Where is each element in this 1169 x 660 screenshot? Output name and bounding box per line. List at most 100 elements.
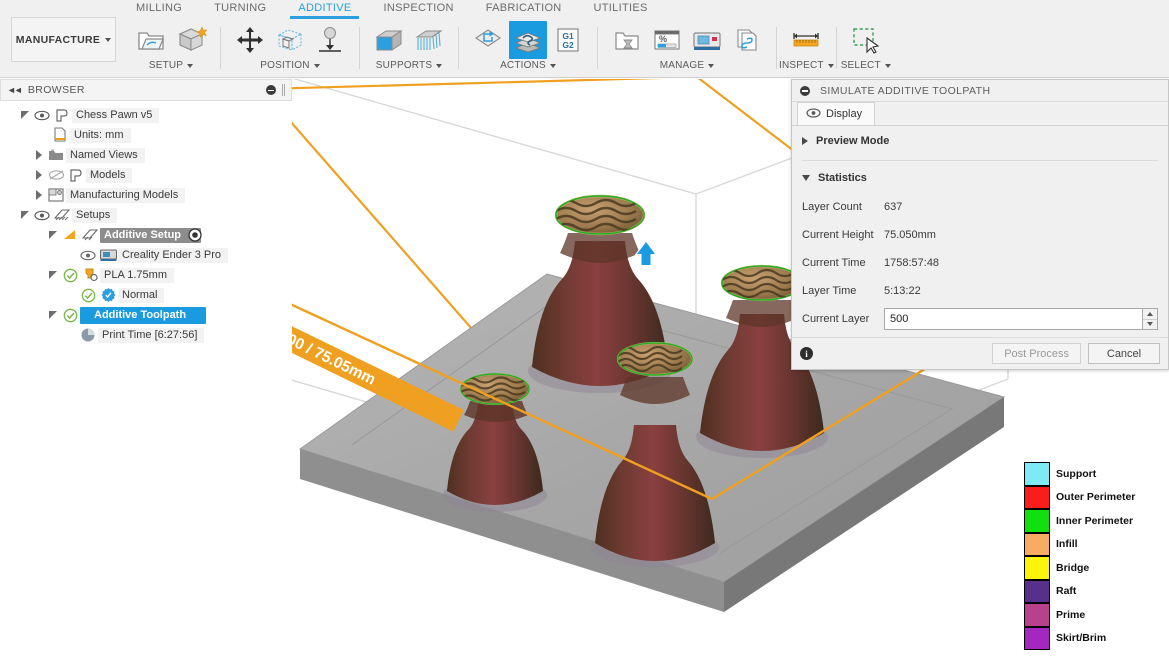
ribbon-separator [597,27,598,69]
legend-label: Bridge [1056,562,1089,574]
folder-icon [46,146,66,164]
radio-target-icon[interactable] [185,226,205,244]
panel-resize-grip[interactable] [282,84,285,96]
eye-icon[interactable] [32,106,52,124]
pie-clock-icon [78,326,98,344]
browser-tree: Chess Pawn v5 Units: mm Named Views [0,101,292,345]
select-window-icon[interactable] [847,21,885,59]
tab-label: MILLING [136,2,182,14]
tab-label: FABRICATION [486,2,562,14]
ribbon-group-label-actions[interactable]: ACTIONS [500,60,556,71]
expander-open[interactable] [46,271,60,279]
ribbon-separator [836,27,837,69]
print-setting-library-icon[interactable] [608,21,646,59]
expander-open[interactable] [18,211,32,219]
cancel-button[interactable]: Cancel [1088,343,1160,364]
stat-row-current-height: Current Height 75.050mm [802,221,1158,249]
legend-label: Raft [1056,585,1076,597]
tree-row-manufacturing-models[interactable]: Manufacturing Models [0,185,292,205]
eye-icon[interactable] [32,206,52,224]
dialog-title: SIMULATE ADDITIVE TOOLPATH [820,85,990,97]
tab-turning[interactable]: TURNING [198,0,282,19]
eye-off-icon[interactable] [46,166,66,184]
expander-closed[interactable] [32,170,46,180]
tree-row-label: Chess Pawn v5 [72,108,159,123]
ribbon-group-label-setup[interactable]: SETUP [149,60,193,71]
expander-open[interactable] [46,231,60,239]
legend-item-support: Support [1024,462,1135,486]
legend-swatch [1024,556,1050,580]
tree-row-label: Additive Toolpath [80,307,206,324]
ribbon-group-label-manage[interactable]: MANAGE [660,60,715,71]
minus-circle-icon[interactable] [800,86,810,96]
simulate-additive-toolpath-icon[interactable] [509,21,547,59]
tree-row-additive-toolpath[interactable]: Additive Toolpath [0,305,292,325]
tree-row-print-setting[interactable]: Normal [0,285,292,305]
expander-closed[interactable] [32,150,46,160]
minus-circle-icon[interactable] [266,85,276,95]
support-bar-icon[interactable] [410,21,448,59]
section-statistics[interactable]: Statistics [802,163,1158,193]
tab-utilities[interactable]: UTILITIES [578,0,664,19]
tree-row-units[interactable]: Units: mm [0,125,292,145]
document-icon [52,106,72,124]
tree-row-setups[interactable]: Setups [0,205,292,225]
tab-inspection[interactable]: INSPECTION [367,0,469,19]
tree-row-label: PLA 1.75mm [100,268,174,283]
legend-item-infill: Infill [1024,533,1135,557]
machine-library-icon[interactable] [688,21,726,59]
expander-open[interactable] [46,311,60,319]
move-icon[interactable] [231,21,269,59]
support-volume-icon[interactable] [370,21,408,59]
current-layer-stepper[interactable]: 500 [884,308,1158,330]
post-process-button[interactable]: Post Process [992,343,1081,364]
tree-row-label: Manufacturing Models [66,188,185,203]
new-setup-folder-icon[interactable] [132,21,170,59]
legend-item-prime: Prime [1024,603,1135,627]
place-on-plate-icon[interactable] [311,21,349,59]
tree-row-chess-pawn[interactable]: Chess Pawn v5 [0,105,292,125]
double-chevron-left-icon[interactable]: ◄◄ [7,85,21,95]
tab-milling[interactable]: MILLING [120,0,198,19]
stepper-buttons[interactable] [1142,308,1158,330]
machine-usage-icon[interactable]: % [648,21,686,59]
ribbon-group-label-inspect[interactable]: INSPECT [779,60,834,71]
legend-swatch [1024,603,1050,627]
tree-row-models[interactable]: Models [0,165,292,185]
tree-row-print-time[interactable]: Print Time [6:27:56] [0,325,292,345]
eye-icon [806,108,821,121]
ribbon-tabstrip: MILLING TURNING ADDITIVE INSPECTION FABR… [120,0,664,19]
dialog-tabstrip: Display [792,102,1168,126]
tab-additive[interactable]: ADDITIVE [282,0,367,19]
copy-script-icon[interactable] [728,21,766,59]
stepper-down-button[interactable] [1143,320,1157,330]
expander-open[interactable] [18,111,32,119]
arrange-box-icon[interactable] [271,21,309,59]
check-circle-icon [60,306,80,324]
new-additive-setup-icon[interactable] [172,21,210,59]
ribbon-group-label-position[interactable]: POSITION [260,60,319,71]
legend-label: Prime [1056,609,1085,621]
stat-key: Layer Count [802,201,884,213]
current-layer-input[interactable]: 500 [884,308,1142,330]
expander-closed[interactable] [32,190,46,200]
legend-item-skirt-brim: Skirt/Brim [1024,627,1135,651]
tab-display[interactable]: Display [797,102,875,125]
tree-row-additive-setup[interactable]: Additive Setup [0,225,292,245]
chevron-down-icon [105,38,111,42]
ribbon-group-label-select[interactable]: SELECT [841,60,891,71]
tree-row-named-views[interactable]: Named Views [0,145,292,165]
workspace-switcher-manufacture[interactable]: MANUFACTURE [11,17,116,62]
section-preview-mode[interactable]: Preview Mode [802,126,1158,156]
measure-icon[interactable] [787,21,825,59]
eye-icon[interactable] [78,246,98,264]
up-arrow-marker-icon[interactable] [637,242,655,265]
tree-row-material[interactable]: PLA 1.75mm [0,265,292,285]
ribbon-group-label-supports[interactable]: SUPPORTS [376,60,442,71]
stepper-up-button[interactable] [1143,309,1157,320]
tree-row-machine[interactable]: Creality Ender 3 Pro [0,245,292,265]
gcode-g1-g2-icon[interactable]: G1 G2 [549,21,587,59]
generate-toolpath-icon[interactable] [469,21,507,59]
tab-fabrication[interactable]: FABRICATION [470,0,578,19]
info-icon[interactable]: i [800,347,813,360]
